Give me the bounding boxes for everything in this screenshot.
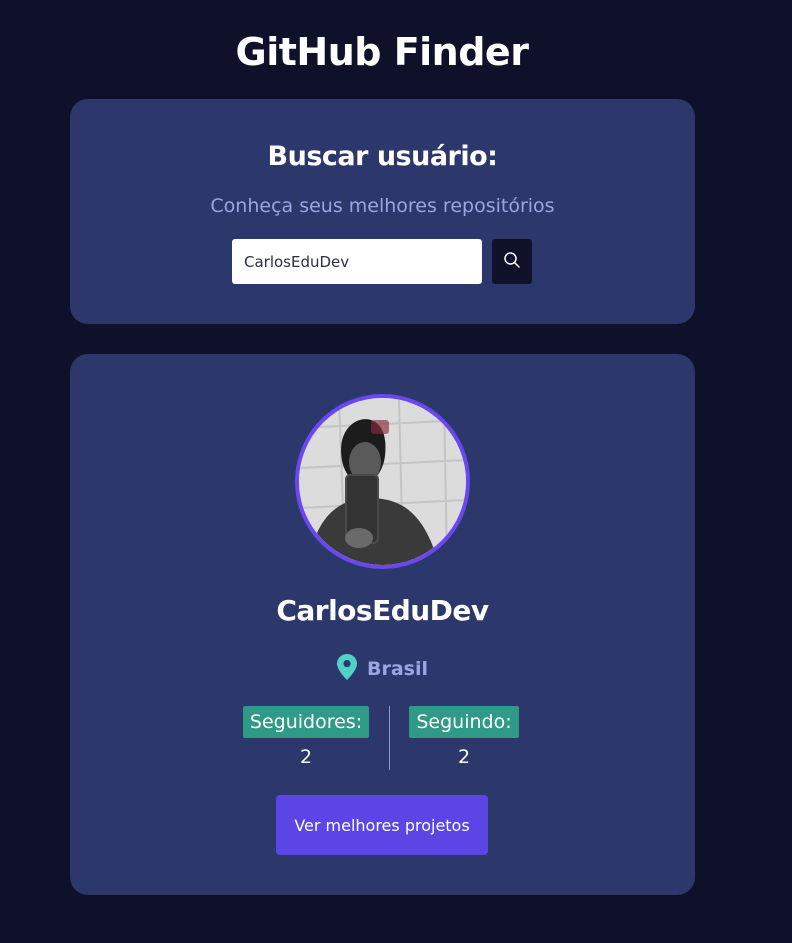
search-heading: Buscar usuário: xyxy=(267,141,498,172)
search-card: Buscar usuário: Conheça seus melhores re… xyxy=(70,99,695,324)
profile-name: CarlosEduDev xyxy=(276,594,489,627)
followers-stat: Seguidores: 2 xyxy=(242,706,370,768)
following-stat: Seguindo: 2 xyxy=(402,706,526,768)
search-subtitle: Conheça seus melhores repositórios xyxy=(210,195,555,217)
app-title: GitHub Finder xyxy=(235,30,529,74)
view-best-projects-button[interactable]: Ver melhores projetos xyxy=(276,795,488,855)
followers-count: 2 xyxy=(299,746,313,768)
following-count: 2 xyxy=(457,746,471,768)
profile-card: CarlosEduDev Brasil Seguidores: 2 Seguin… xyxy=(70,354,695,895)
stats-divider xyxy=(389,706,390,770)
map-pin-icon xyxy=(336,654,357,684)
profile-location: Brasil xyxy=(70,654,695,684)
search-button[interactable] xyxy=(492,239,532,284)
followers-label: Seguidores: xyxy=(242,706,370,738)
search-input[interactable] xyxy=(232,239,482,284)
following-label: Seguindo: xyxy=(409,706,519,738)
avatar xyxy=(295,394,470,569)
location-text: Brasil xyxy=(366,658,428,680)
stats: Seguidores: 2 Seguindo: 2 xyxy=(242,706,522,772)
search-icon xyxy=(503,251,521,272)
